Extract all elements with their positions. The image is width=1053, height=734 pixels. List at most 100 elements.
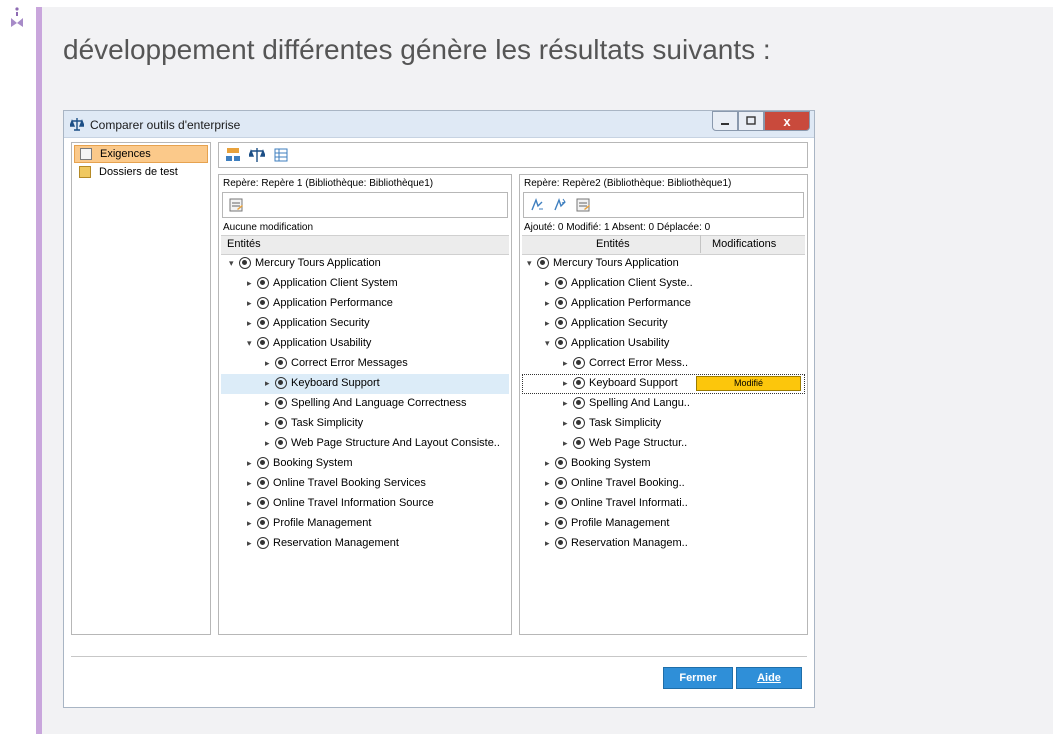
tree-row[interactable]: ▾ Application Usability [221, 334, 509, 354]
expand-icon[interactable]: ▸ [545, 538, 550, 549]
expand-icon[interactable]: ▸ [545, 518, 550, 529]
expand-icon[interactable]: ▸ [563, 358, 568, 369]
tree-row[interactable]: ▸ Profile Management [221, 514, 509, 534]
expand-icon[interactable]: ▸ [247, 538, 252, 549]
expand-icon[interactable]: ▸ [563, 378, 568, 389]
tree-row[interactable]: ▸ Booking System [522, 454, 805, 474]
tree-row[interactable]: ▸ Application Performance [221, 294, 509, 314]
expand-icon[interactable]: ▸ [265, 398, 270, 409]
tree-row[interactable]: ▸ Profile Management [522, 514, 805, 534]
collapse-icon[interactable]: ▾ [229, 258, 234, 269]
expand-icon[interactable]: ▸ [247, 458, 252, 469]
tree-row[interactable]: ▸ Spelling And Langu.. [522, 394, 805, 414]
tree-row-label: Task Simplicity [291, 417, 364, 429]
requirement-node-icon [257, 517, 269, 529]
tree-row[interactable]: ▸ Spelling And Language Correctness [221, 394, 509, 414]
expand-icon[interactable]: ▸ [545, 278, 550, 289]
tree-row[interactable]: ▾ Mercury Tours Application [221, 254, 509, 274]
collapse-icon[interactable]: ▾ [545, 338, 550, 349]
expand-icon[interactable]: ▸ [563, 418, 568, 429]
tree-row-label: Application Security [571, 317, 668, 329]
tree-row[interactable]: ▸ Keyboard Support [221, 374, 509, 394]
tree-row-label: Online Travel Booking Services [273, 477, 426, 489]
tree-row[interactable]: ▸ Keyboard Support Modifié [522, 374, 805, 394]
details-icon[interactable] [575, 197, 591, 213]
expand-icon[interactable]: ▸ [265, 378, 270, 389]
grid-view-icon[interactable] [273, 147, 289, 163]
tree-row[interactable]: ▸ Booking System [221, 454, 509, 474]
details-icon[interactable] [228, 197, 244, 213]
expand-icon[interactable]: ▸ [545, 458, 550, 469]
tree-row[interactable]: ▸ Application Security [221, 314, 509, 334]
expand-icon[interactable]: ▸ [247, 518, 252, 529]
test-folders-icon [79, 166, 91, 178]
tree-row-label: Mercury Tours Application [255, 257, 381, 269]
tree-row[interactable]: ▸ Task Simplicity [522, 414, 805, 434]
requirement-node-icon [573, 397, 585, 409]
tree-row[interactable]: ▸ Reservation Managem.. [522, 534, 805, 554]
tree-row[interactable]: ▸ Application Client System [221, 274, 509, 294]
tree-row[interactable]: ▸ Application Security [522, 314, 805, 334]
tree-row-label: Application Client Syste.. [571, 277, 693, 289]
tree-row-label: Application Usability [571, 337, 670, 349]
expand-icon[interactable]: ▸ [247, 298, 252, 309]
expand-icon[interactable]: ▸ [247, 318, 252, 329]
expand-icon[interactable]: ▸ [563, 398, 568, 409]
collapse-icon[interactable]: ▾ [527, 258, 532, 269]
expand-icon[interactable]: ▸ [265, 418, 270, 429]
tree-row[interactable]: ▸ Task Simplicity [221, 414, 509, 434]
tree-row[interactable]: ▸ Online Travel Information Source [221, 494, 509, 514]
minimize-icon [721, 123, 729, 125]
tree-row-label: Web Page Structur.. [589, 437, 688, 449]
entities-column[interactable]: Entités [596, 238, 630, 250]
tree-row-label: Booking System [571, 457, 651, 469]
collapse-icon[interactable]: ▾ [247, 338, 252, 349]
tree-row[interactable]: ▸ Correct Error Mess.. [522, 354, 805, 374]
close-window-button[interactable]: x [764, 111, 810, 131]
right-pane-repere: Repère: Repère2 (Bibliothèque: Bibliothè… [524, 178, 732, 189]
tree-row[interactable]: ▸ Online Travel Booking Services [221, 474, 509, 494]
requirement-node-icon [555, 517, 567, 529]
tree-row[interactable]: ▸ Application Client Syste.. [522, 274, 805, 294]
compare-icon[interactable] [247, 147, 267, 163]
tree-row[interactable]: ▸ Online Travel Informati.. [522, 494, 805, 514]
expand-icon[interactable]: ▸ [265, 438, 270, 449]
previous-change-icon[interactable] [529, 197, 545, 213]
maximize-icon [746, 116, 756, 125]
expand-icon[interactable]: ▸ [545, 498, 550, 509]
expand-icon[interactable]: ▸ [545, 478, 550, 489]
expand-icon[interactable]: ▸ [247, 478, 252, 489]
maximize-button[interactable] [738, 111, 764, 131]
tree-row[interactable]: ▸ Online Travel Booking.. [522, 474, 805, 494]
expand-icon[interactable]: ▸ [563, 438, 568, 449]
close-button[interactable]: Fermer [663, 667, 733, 689]
tree-row[interactable]: ▾ Mercury Tours Application [522, 254, 805, 274]
requirement-node-icon [257, 317, 269, 329]
tree-row[interactable]: ▸ Application Performance [522, 294, 805, 314]
expand-icon[interactable]: ▸ [545, 318, 550, 329]
expand-icon[interactable]: ▸ [545, 298, 550, 309]
next-change-icon[interactable] [552, 197, 568, 213]
right-pane-iconbar [523, 192, 804, 218]
expand-icon[interactable]: ▸ [247, 278, 252, 289]
tree-row[interactable]: ▸ Web Page Structure And Layout Consiste.… [221, 434, 509, 454]
minimize-button[interactable] [712, 111, 738, 131]
requirements-icon [80, 148, 92, 160]
tree-row[interactable]: ▾ Application Usability [522, 334, 805, 354]
tree-row-label: Spelling And Langu.. [589, 397, 690, 409]
tree-row[interactable]: ▸ Correct Error Messages [221, 354, 509, 374]
modifications-column[interactable]: Modifications [712, 238, 776, 250]
entities-column[interactable]: Entités [227, 238, 261, 250]
tree-row-label: Profile Management [571, 517, 670, 529]
tree-row[interactable]: ▸ Web Page Structur.. [522, 434, 805, 454]
sidebar-item-requirements[interactable]: Exigences [74, 145, 208, 163]
expand-icon[interactable]: ▸ [247, 498, 252, 509]
requirement-node-icon [573, 377, 585, 389]
help-button[interactable]: Aide [736, 667, 802, 689]
tree-view-icon[interactable] [225, 147, 241, 163]
requirement-node-icon [555, 537, 567, 549]
expand-icon[interactable]: ▸ [265, 358, 270, 369]
tree-row[interactable]: ▸ Reservation Management [221, 534, 509, 554]
compare-window: Comparer outils d'enterprise x Exigences… [63, 110, 815, 708]
sidebar-item-test-folders[interactable]: Dossiers de test [74, 163, 208, 181]
